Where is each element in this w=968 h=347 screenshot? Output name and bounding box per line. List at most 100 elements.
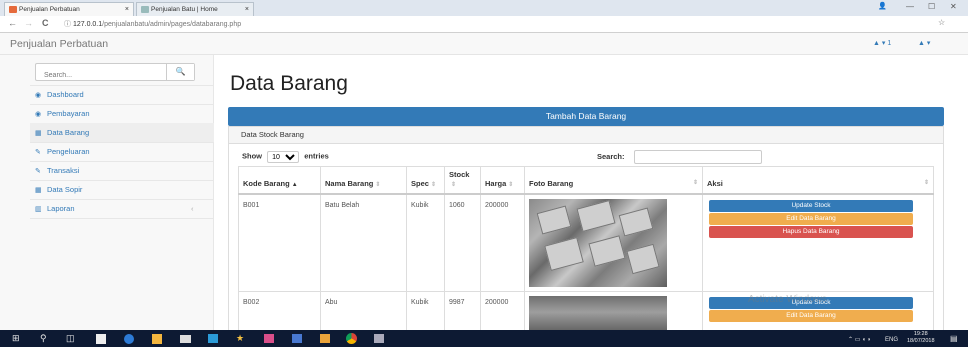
favicon-icon (9, 6, 17, 13)
photos-icon[interactable] (208, 334, 218, 343)
search-icon[interactable]: 🔍 (166, 64, 194, 80)
sidebar-item-label: Data Barang (47, 128, 90, 137)
column-header-kode[interactable]: Kode Barang ▲ (238, 166, 321, 195)
entries-select[interactable]: 10 (267, 151, 300, 163)
sidebar-item-pengeluaran[interactable]: ✎ Pengeluaran (35, 142, 200, 161)
column-header-harga[interactable]: Harga ⇕ (480, 166, 525, 195)
tab-title: Penjualan Perbatuan (19, 6, 80, 13)
reload-icon[interactable]: C (42, 18, 49, 28)
sort-icon: ⇕ (375, 181, 381, 188)
maximize-icon[interactable]: ☐ (928, 2, 935, 11)
edit-item-button[interactable]: Edit Data Barang (709, 309, 913, 322)
column-label: Aksi (707, 178, 723, 188)
product-photo (529, 198, 667, 287)
sidebar-item-label: Dashboard (47, 90, 84, 99)
taskbar-clock[interactable]: 19:28 18/07/2018 (907, 331, 935, 345)
sidebar-item-label: Laporan (47, 204, 75, 213)
browser-tab-strip: Penjualan Perbatuan × Penjualan Batu | H… (0, 0, 968, 16)
delete-item-button[interactable]: Hapus Data Barang (709, 225, 913, 238)
column-label: Harga (485, 178, 507, 188)
table-search-label: Search: (597, 152, 625, 161)
url-field[interactable]: ⓘ 127.0.0.1/penjualanbatu/admin/pages/da… (64, 18, 934, 31)
search-icon[interactable]: ⚲ (40, 333, 47, 344)
edit-icon: ✎ (35, 149, 41, 156)
cell-kode: B001 (238, 193, 321, 292)
sidebar-search-input[interactable] (36, 67, 161, 84)
cell-foto (524, 193, 703, 292)
sidebar-item-label: Data Sopir (47, 185, 83, 194)
column-label: Stock (449, 169, 470, 179)
edit-item-button[interactable]: Edit Data Barang (709, 212, 913, 225)
mail-icon[interactable] (180, 335, 191, 343)
forward-icon[interactable]: → (24, 18, 33, 28)
add-item-button[interactable]: Tambah Data Barang (228, 107, 944, 126)
bar-chart-icon: ▥ (35, 206, 42, 213)
minimize-icon[interactable]: — (906, 2, 914, 11)
task-view-icon[interactable]: ◫ (66, 333, 75, 344)
close-window-icon[interactable]: ✕ (950, 2, 957, 11)
url-path: /penjualanbatu/admin/pages/databarang.ph… (102, 21, 242, 28)
sidebar-item-data-sopir[interactable]: ▦ Data Sopir (35, 180, 200, 199)
app-icon[interactable] (264, 334, 274, 343)
sidebar-item-data-barang[interactable]: ▦ Data Barang (30, 123, 214, 142)
tab-close-icon[interactable]: × (125, 3, 129, 16)
store-icon[interactable] (152, 334, 162, 344)
pinned-star-icon[interactable]: ★ (236, 333, 244, 344)
cell-aksi: Update Stock Edit Data Barang Hapus Data… (702, 193, 934, 292)
dashboard-icon: ◉ (35, 92, 42, 99)
clock-time: 19:28 (913, 331, 928, 337)
column-label: Foto Barang (529, 178, 574, 188)
data-table: Kode Barang ▲ Nama Barang ⇕ Spec ⇕ Stock ⇕ H… (238, 166, 934, 341)
entries-label: entries (304, 151, 329, 161)
table-header-row: Kode Barang ▲ Nama Barang ⇕ Spec ⇕ Stock ⇕ H… (238, 166, 934, 195)
sort-icon: ⇕ (923, 179, 929, 186)
cell-spec: Kubik (406, 193, 445, 292)
tab-close-icon[interactable]: × (245, 3, 249, 16)
user-icon[interactable]: ▲ ▾ (918, 39, 930, 47)
column-header-stock[interactable]: Stock ⇕ (444, 166, 481, 195)
profile-icon[interactable]: 👤 (878, 2, 887, 10)
clock-date: 18/07/2018 (907, 338, 935, 344)
app-navbar: Penjualan Perbatuan ▲ ▾ 1 ▲ ▾ (0, 33, 968, 55)
column-label: Kode Barang (243, 178, 290, 188)
cell-harga: 200000 (480, 193, 525, 292)
notification-icon[interactable]: ▤ (950, 333, 958, 344)
app-icon[interactable] (96, 334, 106, 344)
sidebar-item-pembayaran[interactable]: ◉ Pembayaran (35, 104, 200, 123)
sidebar-item-dashboard[interactable]: ◉ Dashboard (35, 85, 200, 104)
browser-tab[interactable]: Penjualan Batu | Home × (136, 2, 254, 16)
bookmark-star-icon[interactable]: ☆ (938, 18, 945, 27)
page-title: Data Barang (230, 72, 348, 95)
update-stock-button[interactable]: Update Stock (709, 199, 913, 212)
edge-icon[interactable] (124, 334, 134, 344)
sidebar-item-label: Pengeluaran (47, 147, 90, 156)
column-header-nama[interactable]: Nama Barang ⇕ (320, 166, 407, 195)
chrome-icon[interactable] (346, 333, 357, 344)
table-search-input[interactable] (634, 150, 762, 164)
tab-title: Penjualan Batu | Home (151, 6, 218, 13)
bell-icon[interactable]: ▲ ▾ 1 (873, 39, 891, 47)
windows-taskbar: ⊞ ⚲ ◫ ★ ⌃ ▭ ◖ ◗ ENG 19:28 18/07/2018 ▤ (0, 330, 968, 347)
app-brand[interactable]: Penjualan Perbatuan (10, 38, 108, 50)
sidebar-item-transaksi[interactable]: ✎ Transaksi (35, 161, 200, 180)
back-icon[interactable]: ← (8, 18, 17, 28)
sort-icon: ⇕ (508, 181, 514, 188)
start-icon[interactable]: ⊞ (12, 333, 20, 344)
column-header-foto[interactable]: Foto Barang ⇕ (524, 166, 703, 195)
browser-tab-active[interactable]: Penjualan Perbatuan × (4, 2, 134, 16)
edit-icon: ✎ (35, 168, 41, 175)
column-header-spec[interactable]: Spec ⇕ (406, 166, 445, 195)
app-icon[interactable] (320, 334, 330, 343)
sidebar-item-laporan[interactable]: ▥ Laporan ‹ (35, 199, 200, 218)
language-indicator[interactable]: ENG (885, 335, 898, 346)
column-header-aksi[interactable]: Aksi ⇕ (702, 166, 934, 195)
app-icon[interactable] (292, 334, 302, 343)
table-row: B001 Batu Belah Kubik 1060 200000 Update… (238, 193, 934, 292)
payment-icon: ◉ (35, 111, 42, 118)
tray-icons[interactable]: ⌃ ▭ ◖ ◗ (848, 335, 871, 346)
address-bar-row: ← → C ⓘ 127.0.0.1/penjualanbatu/admin/pa… (0, 16, 968, 33)
entries-length-control: Show 10 entries (242, 151, 329, 163)
sort-icon: ⇕ (451, 181, 457, 188)
app-icon[interactable] (374, 334, 384, 343)
panel-heading: Data Stock Barang (228, 126, 944, 144)
